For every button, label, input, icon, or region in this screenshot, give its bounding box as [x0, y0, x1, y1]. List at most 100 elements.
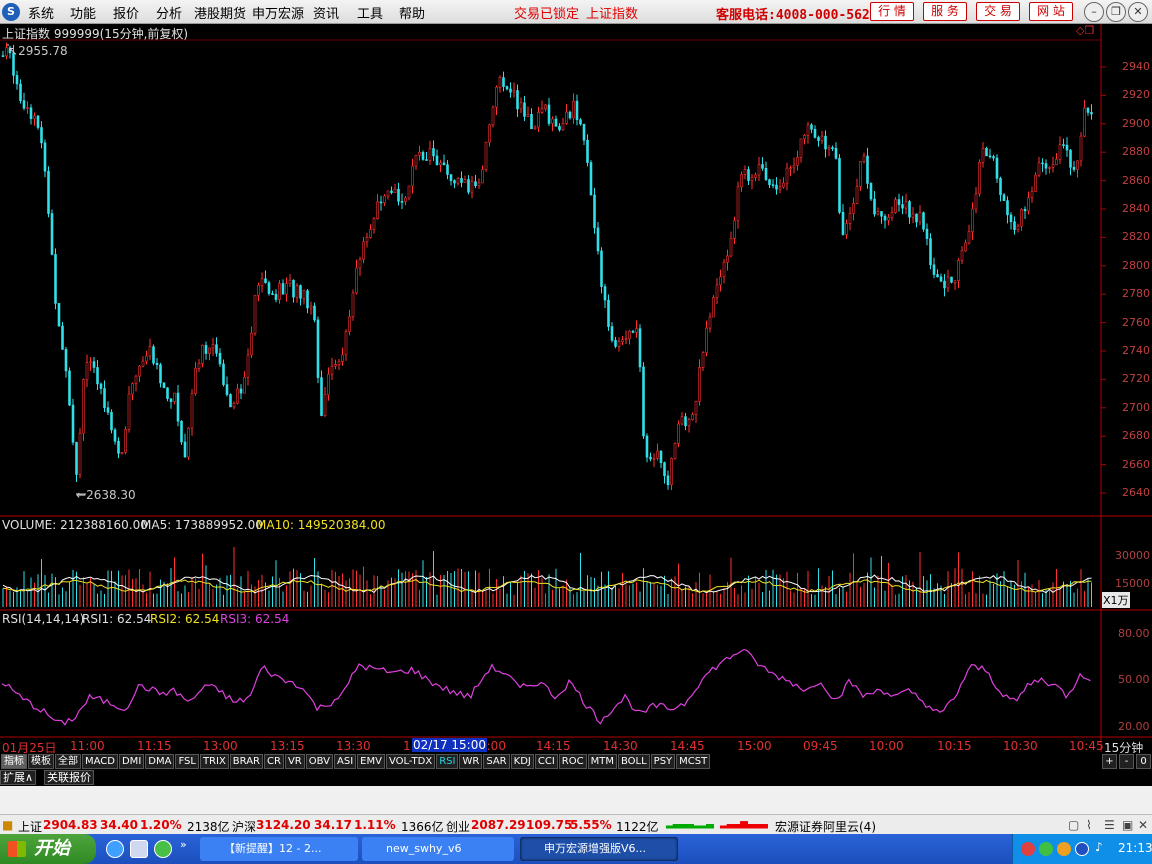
indicator-tab-mtm[interactable]: MTM	[587, 754, 617, 769]
task-folder[interactable]: new_swhy_v6	[362, 837, 514, 861]
tray-security-icon[interactable]	[1075, 842, 1089, 856]
candle-body	[495, 86, 498, 108]
candle-body	[390, 190, 393, 193]
indicator-tab-vr[interactable]: VR	[284, 754, 305, 769]
tray-media-icon[interactable]	[1039, 842, 1053, 856]
menu-analysis[interactable]: 分析	[156, 3, 182, 22]
candle-body	[190, 393, 194, 429]
tray-update-icon[interactable]	[1057, 842, 1071, 856]
candle-body	[36, 115, 40, 128]
indicator-tab-dmi[interactable]: DMI	[118, 754, 145, 769]
candle-body	[236, 388, 239, 404]
indicator-tab-emv[interactable]: EMV	[357, 754, 385, 769]
candle-body	[383, 195, 386, 204]
tray-app-icon[interactable]	[1021, 842, 1035, 856]
website-button[interactable]: 网 站	[1029, 2, 1073, 21]
cy-name[interactable]: 创业	[446, 818, 470, 835]
chart-canvas[interactable]	[0, 24, 1152, 754]
task-reminder[interactable]: 【新提醒】12 - 2...	[200, 837, 358, 861]
candle-body	[568, 111, 572, 119]
indicator-tab-sar[interactable]: SAR	[483, 754, 510, 769]
settings-icon[interactable]: ☰	[1104, 818, 1115, 832]
indicator-tab-brar[interactable]: BRAR	[229, 754, 263, 769]
candle-body	[369, 229, 372, 238]
indicator-tab-cr[interactable]: CR	[264, 754, 284, 769]
candle-body	[708, 316, 712, 329]
close-icon[interactable]: ✕	[1128, 2, 1148, 22]
menu-tools[interactable]: 工具	[357, 3, 383, 22]
current-index-status[interactable]: 上证指数	[586, 3, 638, 22]
indicator-tab-asi[interactable]: ASI	[334, 754, 357, 769]
candle-body	[218, 352, 222, 365]
indicator-tab-mcst[interactable]: MCST	[676, 754, 711, 769]
menu-function[interactable]: 功能	[70, 3, 96, 22]
indicator-tab-dma[interactable]: DMA	[145, 754, 175, 769]
indicator-tab-psy[interactable]: PSY	[650, 754, 676, 769]
candle-body	[603, 286, 607, 301]
menu-help[interactable]: 帮助	[399, 3, 425, 22]
price-tick-label: 2660	[1122, 457, 1150, 471]
service-button[interactable]: 服 务	[923, 2, 967, 21]
candle-body	[253, 294, 257, 334]
candle-body	[267, 282, 271, 294]
indicator-tab-boll[interactable]: BOLL	[617, 754, 650, 769]
indicator-tab-指标[interactable]: 指标	[1, 754, 27, 769]
expand-tab[interactable]: 扩展∧	[0, 770, 37, 785]
broker-server[interactable]: 宏源证券阿里云(4)	[775, 818, 876, 835]
sh-value: 2904.83	[43, 818, 98, 832]
chart-option-icon[interactable]: ◇❐	[1076, 24, 1094, 37]
task-swhy-app[interactable]: 申万宏源增强版V6...	[520, 837, 678, 861]
signal-icon[interactable]: ⌇	[1086, 818, 1092, 832]
indicator-tab-模板[interactable]: 模板	[28, 754, 54, 769]
quicklaunch-more-icon[interactable]: »	[180, 838, 187, 851]
trade-lock-status[interactable]: 交易已锁定	[514, 3, 579, 22]
clock: 21:13	[1118, 841, 1152, 855]
menu-system[interactable]: 系统	[28, 3, 54, 22]
indicator-tab-trix[interactable]: TRIX	[199, 754, 229, 769]
desktop-icon[interactable]	[130, 840, 148, 858]
volume-icon[interactable]: ♪	[1095, 840, 1103, 854]
tab-control-0[interactable]: +	[1102, 754, 1117, 769]
candle-body	[197, 363, 201, 369]
candle-body	[841, 211, 845, 235]
cy-pct: 5.55%	[570, 818, 612, 832]
indicator-tab-cci[interactable]: CCI	[534, 754, 558, 769]
lock-icon[interactable]: ▣	[1122, 818, 1133, 832]
candle-body	[498, 77, 502, 88]
restore-icon[interactable]: ❐	[1106, 2, 1126, 22]
indicator-tab-wr[interactable]: WR	[459, 754, 483, 769]
market-button[interactable]: 行 情	[870, 2, 914, 21]
tab-control-2[interactable]: 0	[1136, 754, 1151, 769]
indicator-tab-vol-tdx[interactable]: VOL-TDX	[385, 754, 436, 769]
indicator-tab-roc[interactable]: ROC	[558, 754, 587, 769]
trade-button[interactable]: 交 易	[976, 2, 1020, 21]
close-status-icon[interactable]: ✕	[1138, 818, 1148, 832]
menu-swhy[interactable]: 申万宏源	[252, 3, 304, 22]
sh-name[interactable]: 上证	[18, 818, 42, 835]
candle-body	[673, 442, 677, 459]
minimize-icon[interactable]: –	[1084, 2, 1104, 22]
candle-body	[631, 330, 635, 333]
indicator-tab-全部[interactable]: 全部	[55, 754, 81, 769]
candle-body	[642, 366, 645, 437]
start-button[interactable]: 开始	[0, 834, 96, 864]
candle-body	[754, 174, 757, 178]
indicator-tab-obv[interactable]: OBV	[305, 754, 333, 769]
chart-area[interactable]: 上证指数 999999(15分钟,前复权) ◇❐ ↖2955.78 ←2638.…	[0, 24, 1152, 755]
hs-name[interactable]: 沪深	[232, 818, 256, 835]
candle-body	[1055, 158, 1058, 165]
status-tray-icon[interactable]: ▢	[1068, 818, 1079, 832]
indicator-tab-rsi[interactable]: RSI	[436, 754, 459, 769]
menu-info[interactable]: 资讯	[313, 3, 339, 22]
ie-icon[interactable]	[106, 840, 124, 858]
browser-icon[interactable]	[154, 840, 172, 858]
indicator-tab-kdj[interactable]: KDJ	[510, 754, 534, 769]
candle-body	[166, 387, 169, 399]
menu-quote[interactable]: 报价	[113, 3, 139, 22]
menu-hk-futures[interactable]: 港股期货	[194, 3, 246, 22]
related-quote-tab[interactable]: 关联报价	[44, 770, 94, 785]
indicator-tab-fsl[interactable]: FSL	[175, 754, 199, 769]
rsi-tick-20: 20.00	[1118, 720, 1150, 733]
tab-control-1[interactable]: -	[1119, 754, 1134, 769]
indicator-tab-macd[interactable]: MACD	[82, 754, 118, 769]
